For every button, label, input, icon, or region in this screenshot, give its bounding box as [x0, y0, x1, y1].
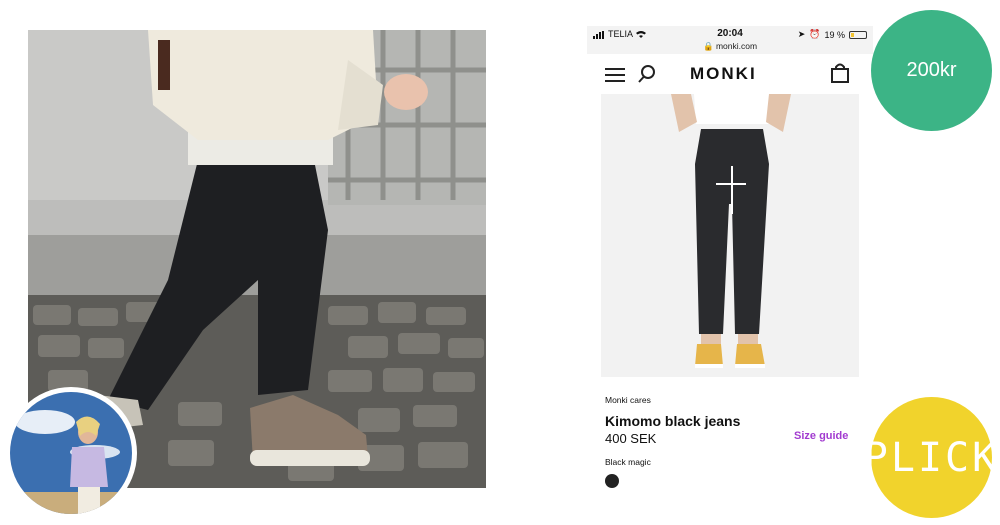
- plick-logo-badge: PLICK: [864, 397, 996, 518]
- menu-icon[interactable]: [605, 68, 625, 82]
- url-text: monki.com: [715, 41, 758, 51]
- phone-screenshot: TELIA 20:04 🔒 monki.com ➤ ⏰ 19 % MONKI M…: [587, 26, 873, 494]
- location-icon: ➤: [797, 29, 806, 39]
- product-image[interactable]: [601, 94, 859, 377]
- color-swatch[interactable]: [605, 474, 619, 488]
- status-right: ➤ ⏰ 19 %: [798, 29, 867, 40]
- lock-icon: 🔒: [702, 41, 714, 51]
- price-badge: 200kr: [871, 10, 992, 131]
- battery-percent: 19 %: [824, 29, 845, 40]
- battery-icon: [849, 30, 867, 39]
- avatar-photo: [10, 392, 132, 514]
- alarm-icon: ⏰: [809, 29, 821, 39]
- status-bar: TELIA 20:04 🔒 monki.com ➤ ⏰ 19 %: [587, 26, 873, 54]
- brand-logo[interactable]: MONKI: [690, 64, 757, 84]
- product-photo: [601, 94, 859, 377]
- product-collection: Monki cares: [605, 395, 651, 405]
- size-guide-link[interactable]: Size guide: [794, 430, 848, 442]
- avatar[interactable]: [5, 387, 137, 519]
- url-bar[interactable]: 🔒 monki.com: [587, 41, 873, 52]
- search-icon[interactable]: [637, 64, 657, 84]
- color-name: Black magic: [605, 457, 651, 467]
- product-price: 400 SEK: [605, 431, 657, 446]
- shopping-bag-icon[interactable]: [831, 63, 849, 83]
- product-name: Kimomo black jeans: [605, 413, 741, 429]
- site-header: MONKI: [587, 54, 873, 94]
